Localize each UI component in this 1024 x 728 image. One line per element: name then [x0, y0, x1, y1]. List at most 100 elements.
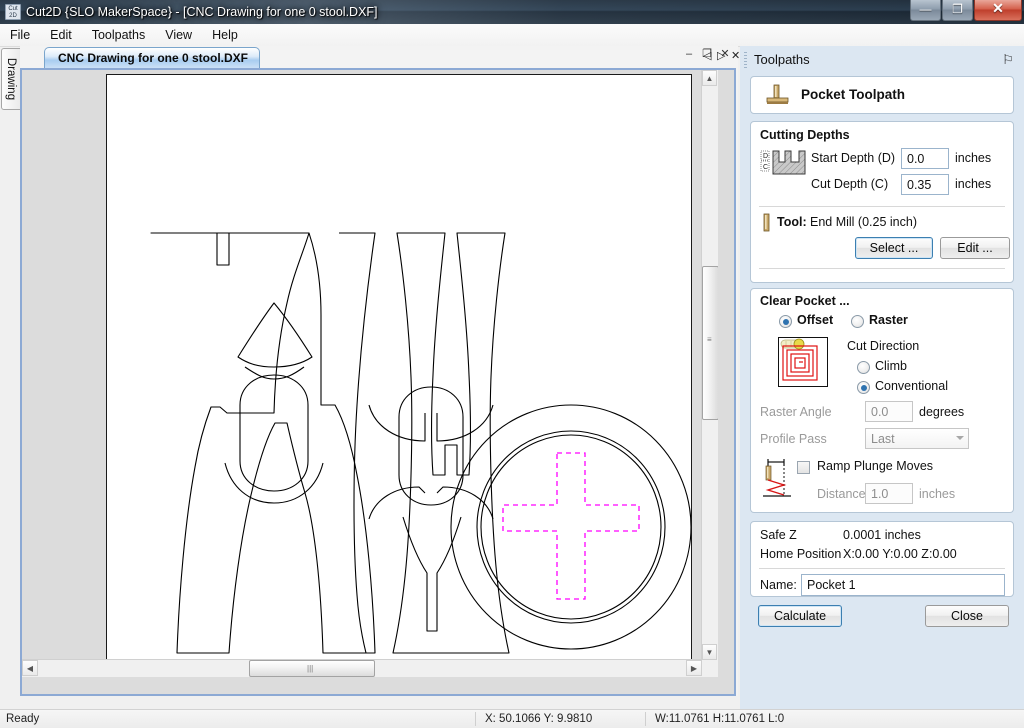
divider-3: [759, 568, 1005, 569]
menu-toolpaths[interactable]: Toolpaths: [82, 24, 156, 46]
home-position-value: X:0.00 Y:0.00 Z:0.00: [843, 547, 957, 561]
drawing-canvas[interactable]: ▲ ≡ ▼ ◀ ||| ▶: [22, 70, 718, 677]
scroll-thumb-grip-h: |||: [307, 664, 314, 673]
profile-pass-label: Profile Pass: [760, 432, 827, 446]
conventional-radio[interactable]: [857, 381, 870, 394]
conventional-label: Conventional: [875, 379, 948, 393]
edit-tool-button[interactable]: Edit ...: [940, 237, 1010, 259]
canvas-horizontal-scrollbar[interactable]: ◀ ||| ▶: [22, 659, 702, 677]
status-dimensions: W:11.0761 H:11.0761 L:0: [655, 713, 785, 725]
calculate-button[interactable]: Calculate: [758, 605, 842, 627]
select-tool-button[interactable]: Select ...: [855, 237, 933, 259]
window-title: Cut2D {SLO MakerSpace} - [CNC Drawing fo…: [26, 5, 378, 19]
ramp-plunge-icon: [763, 459, 791, 497]
dxf-geometry: [150, 232, 691, 654]
safe-z-label: Safe Z: [760, 528, 797, 542]
status-ready: Ready: [6, 713, 40, 725]
climb-label: Climb: [875, 359, 907, 373]
menu-help[interactable]: Help: [202, 24, 248, 46]
divider-2: [759, 268, 1005, 269]
home-position-label: Home Position: [760, 547, 842, 561]
status-cursor-position: X: 50.1066 Y: 9.9810: [485, 713, 593, 725]
horizontal-scroll-thumb[interactable]: |||: [249, 660, 375, 677]
raster-label: Raster: [869, 313, 908, 327]
minimize-button[interactable]: —: [910, 0, 941, 21]
close-toolpath-button[interactable]: Close: [925, 605, 1009, 627]
cut2d-application-window: Cut 2D Cut2D {SLO MakerSpace} - [CNC Draw…: [0, 0, 1024, 728]
tab-close-button[interactable]: ✕: [731, 49, 740, 62]
menu-edit[interactable]: Edit: [40, 24, 82, 46]
drawing-sheet: [106, 74, 692, 677]
status-divider-2: [645, 712, 646, 726]
profile-pass-select[interactable]: Last: [865, 428, 969, 449]
pocket-depth-icon: D C: [760, 150, 806, 175]
mdi-client-area: – ❐ ✕ CNC Drawing for one 0 stool.DXF ◁ …: [20, 46, 740, 696]
scroll-right-button[interactable]: ▶: [686, 660, 702, 676]
toolpaths-panel: Toolpaths ⚐ Pocket Toolpath Cutting Dept…: [740, 46, 1024, 710]
offset-label: Offset: [797, 313, 834, 327]
toolpaths-panel-title: Toolpaths: [754, 52, 810, 67]
scrollbar-corner: [702, 660, 718, 677]
tab-prev-button[interactable]: ◁: [703, 49, 711, 62]
title-bar: Cut 2D Cut2D {SLO MakerSpace} - [CNC Draw…: [0, 0, 1024, 24]
raster-angle-input[interactable]: [865, 401, 913, 422]
ramp-plunge-checkbox[interactable]: [797, 461, 810, 474]
svg-text:C: C: [763, 164, 768, 171]
close-button[interactable]: ✕: [974, 0, 1022, 21]
cut-depth-units: inches: [955, 177, 992, 191]
document-tab-label: CNC Drawing for one 0 stool.DXF: [58, 51, 249, 65]
restore-icon: ❐: [952, 2, 963, 16]
pocket-toolpath-label: Pocket Toolpath: [801, 87, 906, 102]
cut-depth-input[interactable]: [901, 174, 949, 195]
seat-inner-circle: [480, 434, 662, 620]
sidebar-tab-drawing-label: Drawing: [5, 57, 17, 101]
toolpaths-panel-header: Toolpaths ⚐: [740, 46, 1024, 74]
scroll-down-button[interactable]: ▼: [702, 644, 717, 660]
restore-button[interactable]: ❐: [942, 0, 973, 21]
scroll-thumb-grip: ≡: [707, 335, 712, 344]
panel-grip-icon: [744, 52, 747, 68]
document-tab[interactable]: CNC Drawing for one 0 stool.DXF: [44, 47, 261, 69]
seat-mid-circle: [476, 430, 666, 624]
cutting-depths-title: Cutting Depths: [760, 128, 850, 142]
drawing-view-frame: ▲ ≡ ▼ ◀ ||| ▶: [20, 68, 736, 696]
ramp-distance-input[interactable]: [865, 483, 913, 504]
start-depth-input[interactable]: [901, 148, 949, 169]
scroll-left-button[interactable]: ◀: [22, 660, 38, 676]
menu-view[interactable]: View: [155, 24, 202, 46]
sidebar-tab-drawing[interactable]: Drawing: [1, 48, 21, 110]
start-depth-label: Start Depth (D): [811, 151, 896, 165]
window-controls: — ❐ ✕: [909, 0, 1022, 21]
toolpath-name-input[interactable]: [801, 574, 1005, 596]
cut-depth-label: Cut Depth (C): [811, 177, 889, 191]
status-bar: Ready X: 50.1066 Y: 9.9810 W:11.0761 H:1…: [0, 709, 1024, 728]
ramp-distance-units: inches: [919, 487, 956, 501]
raster-angle-units: degrees: [919, 405, 965, 419]
scroll-up-button[interactable]: ▲: [702, 70, 717, 86]
tool-label: Tool:: [777, 215, 807, 229]
menu-file[interactable]: File: [0, 24, 40, 46]
canvas-vertical-scrollbar[interactable]: ▲ ≡ ▼: [701, 70, 718, 660]
start-depth-units: inches: [955, 151, 992, 165]
end-mill-icon: [763, 213, 770, 232]
climb-radio[interactable]: [857, 361, 870, 374]
mdi-minimize-button[interactable]: –: [682, 47, 696, 61]
svg-text:D: D: [763, 153, 768, 160]
pin-icon[interactable]: ⚐: [1001, 52, 1015, 68]
cut-direction-label: Cut Direction: [847, 339, 920, 353]
offset-pattern-icon: [778, 337, 828, 387]
tab-next-button[interactable]: ▷: [717, 49, 725, 62]
status-divider-1: [475, 712, 476, 726]
toolpath-name-label: Name:: [760, 578, 797, 592]
ramp-plunge-label: Ramp Plunge Moves: [817, 459, 934, 473]
app-icon: Cut 2D: [5, 4, 21, 20]
raster-radio[interactable]: [851, 315, 864, 328]
position-group: Safe Z 0.0001 inches Home Position X:0.0…: [750, 521, 1014, 597]
tool-value: End Mill (0.25 inch): [810, 215, 917, 229]
offset-radio[interactable]: [779, 315, 792, 328]
clear-pocket-title: Clear Pocket ...: [760, 294, 850, 308]
raster-angle-label: Raster Angle: [760, 405, 832, 419]
menu-bar: File Edit Toolpaths View Help: [0, 24, 1024, 47]
vertical-scroll-thumb[interactable]: ≡: [702, 266, 718, 420]
seat-outer-circle: [450, 404, 691, 650]
